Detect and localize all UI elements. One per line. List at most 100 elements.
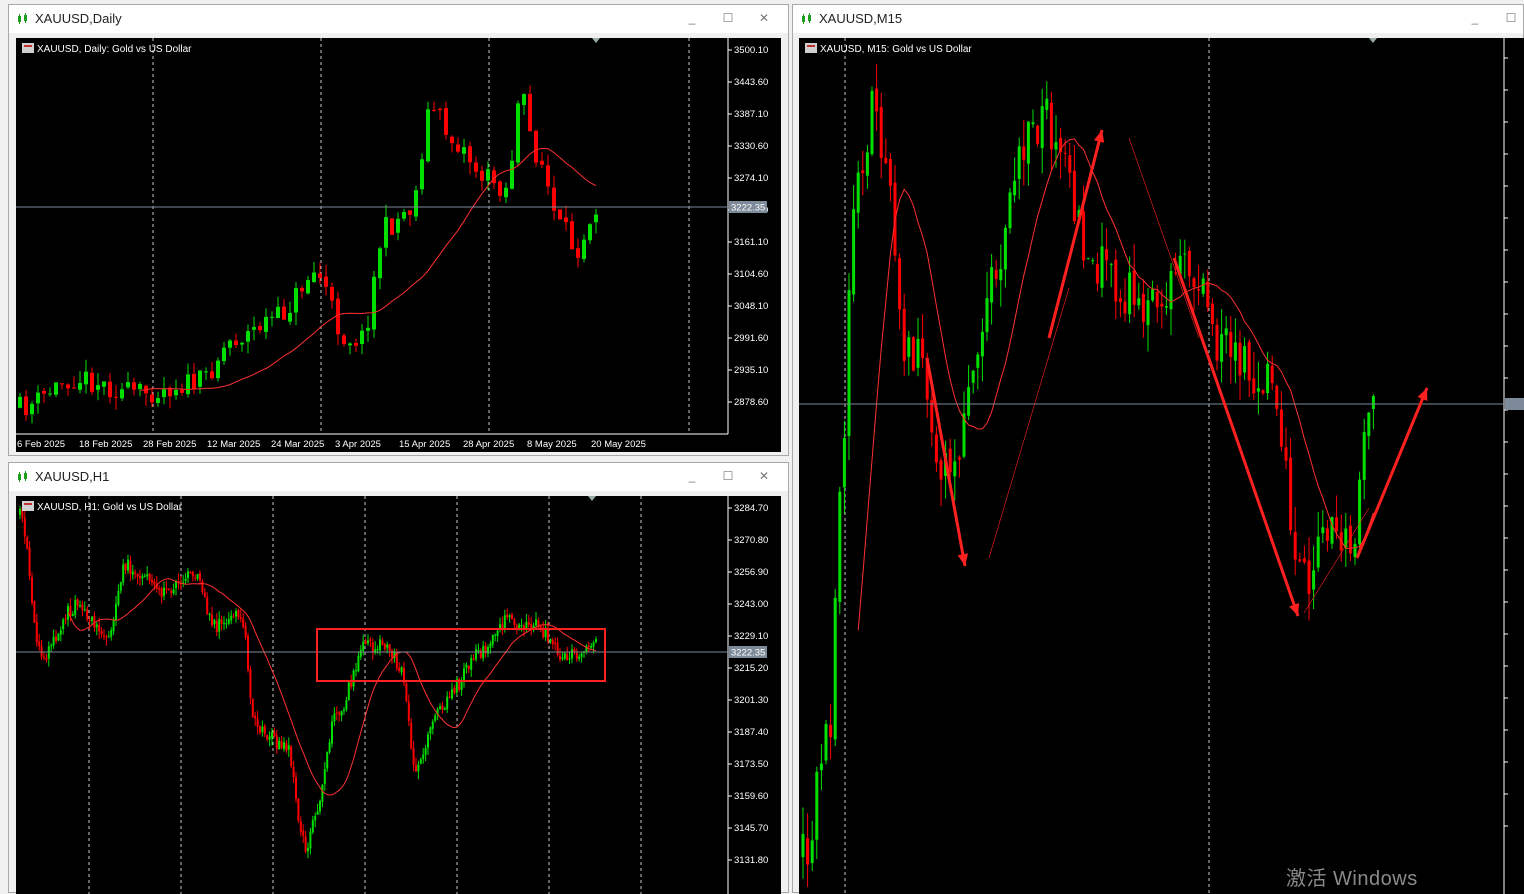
candle-body <box>129 560 132 574</box>
candle-body <box>559 655 561 660</box>
candle-body <box>136 573 139 577</box>
candle-body <box>1017 146 1021 179</box>
maximize-button[interactable]: ☐ <box>1503 10 1519 26</box>
daily-window-titlebar[interactable]: XAUUSD,Daily _ ☐ ✕ <box>9 5 788 33</box>
candle-body <box>381 640 384 645</box>
candle-body <box>1362 432 1366 480</box>
candle-body <box>503 615 506 630</box>
maximize-button[interactable]: ☐ <box>720 468 736 484</box>
candle-body <box>249 668 252 698</box>
candle-body <box>980 331 984 357</box>
candle-body <box>491 635 494 645</box>
candle-body <box>434 715 437 721</box>
candle-body <box>1082 211 1086 261</box>
candle-body <box>861 170 865 174</box>
candle-body <box>311 819 314 833</box>
candle-body <box>74 599 77 616</box>
daily-chart-area[interactable]: 3500.103443.603387.103330.603274.103217.… <box>16 38 781 452</box>
candle-body <box>1210 303 1214 325</box>
candle-body <box>210 371 214 379</box>
candle-body <box>386 644 389 648</box>
price-tick-label: 3387.10 <box>734 109 768 120</box>
candle-body <box>528 93 532 132</box>
candle-body <box>158 588 161 590</box>
close-button[interactable]: ✕ <box>756 10 772 26</box>
candle-body <box>443 708 446 711</box>
m15-window-titlebar[interactable]: XAUUSD,M15 _ ☐ <box>793 5 1523 33</box>
candle-body <box>227 619 230 624</box>
candle-body <box>120 389 124 399</box>
candle-body <box>143 575 146 577</box>
daily-chart-window[interactable]: XAUUSD,Daily _ ☐ ✕ 3500.10 3443.60 3387.10… <box>8 4 789 456</box>
candle-body <box>1270 365 1274 384</box>
candle-body <box>414 190 418 217</box>
price-tick-label: 3256.90 <box>734 567 768 578</box>
candle-body <box>26 537 29 549</box>
current-price-tag <box>1505 398 1524 410</box>
candle-body <box>252 327 256 330</box>
close-button[interactable]: ✕ <box>756 468 772 484</box>
minimize-button[interactable]: _ <box>684 468 700 484</box>
candle-body <box>319 801 321 812</box>
h1-window-titlebar[interactable]: XAUUSD,H1 _ ☐ ✕ <box>9 463 788 491</box>
candle-body <box>264 316 268 332</box>
candle-body <box>407 701 410 722</box>
candle-body <box>1022 146 1026 160</box>
candle-body <box>424 748 427 755</box>
candle-body <box>976 354 980 368</box>
candle-body <box>1247 341 1251 381</box>
candle-body <box>549 638 552 642</box>
candle-body <box>419 759 422 764</box>
m15-chart-area[interactable]: XAUUSD, M15: Gold vs US Dollar <box>799 38 1524 894</box>
candle-body <box>847 290 851 437</box>
candle-body <box>390 218 394 235</box>
candle-body <box>372 276 376 330</box>
candle-body <box>378 248 382 279</box>
candle-body <box>369 639 372 642</box>
h1-chart-area[interactable]: 3284.70 3270.80 3256.90 3243.00 3229.10 3215.… <box>16 496 781 894</box>
candle-body <box>427 734 429 748</box>
candle-body <box>198 370 202 387</box>
candle-body <box>153 581 156 585</box>
candle-body <box>510 160 514 189</box>
h1-chart-window[interactable]: XAUUSD,H1 _ ☐ ✕ 3284.70 3270.80 3256.90 324… <box>8 462 789 894</box>
candle-body <box>220 619 223 624</box>
maximize-button[interactable]: ☐ <box>720 10 736 26</box>
candle-body <box>412 748 415 766</box>
candle-body <box>498 181 502 196</box>
candle-body <box>62 619 65 630</box>
m15-chart-window[interactable]: XAUUSD,M15 _ ☐ XAUUSD, M15: Gold vs US D… <box>792 4 1524 894</box>
minimize-button[interactable]: _ <box>1467 10 1483 26</box>
candle-body <box>1036 125 1040 144</box>
candle-body <box>472 658 475 660</box>
candle-body <box>124 563 127 571</box>
time-tick-label: 28 Apr 2025 <box>463 439 514 450</box>
candle-body <box>57 633 60 641</box>
candle-body <box>352 670 355 687</box>
candle-body <box>1054 142 1058 150</box>
candle-body <box>383 643 386 649</box>
candle-body <box>1141 293 1145 322</box>
price-tick-label: 3215.20 <box>734 663 768 674</box>
candle-body <box>290 746 293 766</box>
candle-body <box>288 313 292 322</box>
candle-body <box>558 209 562 220</box>
candle-body <box>578 656 581 659</box>
time-tick-label: 8 May 2025 <box>527 439 577 450</box>
candle-body <box>18 396 22 408</box>
candle-body <box>582 239 586 260</box>
candle-body <box>187 571 189 579</box>
candle-body <box>345 700 348 710</box>
time-tick-label: 24 Mar 2025 <box>271 439 324 450</box>
candle-body <box>48 393 52 395</box>
candle-body <box>196 573 199 579</box>
candle-body <box>134 572 137 574</box>
candle-body <box>539 626 542 628</box>
candle-body <box>59 630 62 635</box>
minimize-button[interactable]: _ <box>684 10 700 26</box>
candle-body <box>939 460 943 480</box>
candle-body <box>1321 527 1325 534</box>
candle-body <box>417 764 420 772</box>
candle-body <box>453 688 456 694</box>
candle-body <box>131 571 134 575</box>
